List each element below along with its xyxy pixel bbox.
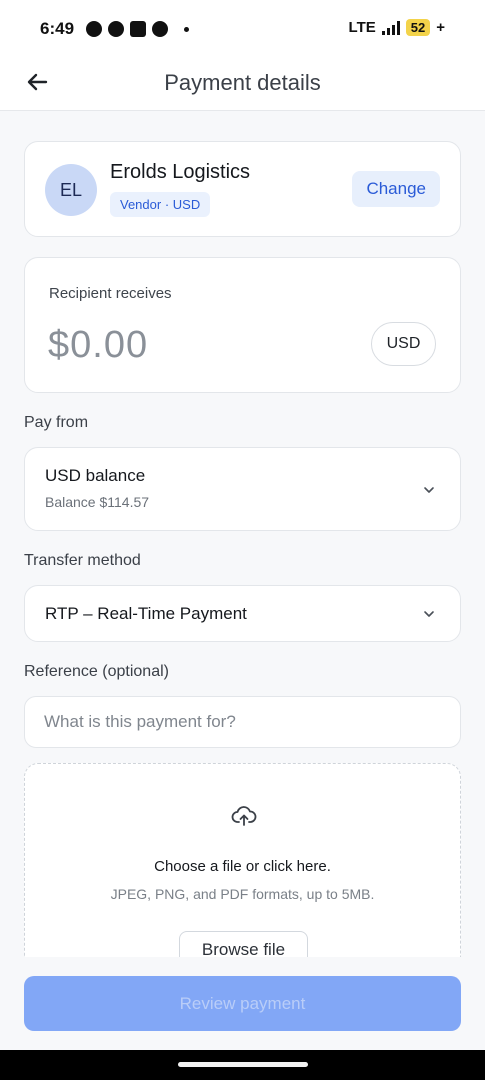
home-gesture-handle[interactable] xyxy=(178,1062,308,1067)
pay-from-select[interactable]: USD balance Balance $114.57 xyxy=(24,447,461,531)
app-header: Payment details xyxy=(0,58,485,111)
recipient-card: EL Erolds Logistics Vendor · USD Change xyxy=(24,141,461,237)
whatsapp-icon xyxy=(86,21,102,37)
cloud-upload-icon xyxy=(231,806,257,826)
upload-format-hint: JPEG, PNG, and PDF formats, up to 5MB. xyxy=(110,886,375,902)
pay-from-value: USD balance xyxy=(45,466,146,485)
upload-title: Choose a file or click here. xyxy=(154,858,331,875)
amount-label: Recipient receives xyxy=(49,285,172,302)
status-bar: 6:49 LTE 52 + xyxy=(0,0,485,58)
messenger-icon xyxy=(152,21,168,37)
page-title: Payment details xyxy=(164,70,321,95)
charging-indicator: + xyxy=(436,19,445,36)
change-recipient-button[interactable]: Change xyxy=(352,171,440,207)
amount-input[interactable]: $0.00 xyxy=(48,324,148,367)
bottom-action-bar: Review payment xyxy=(0,957,485,1050)
recipient-name: Erolds Logistics xyxy=(110,161,251,183)
linkedin-icon xyxy=(130,21,146,37)
recipient-type-badge: Vendor · USD xyxy=(110,192,211,217)
review-payment-button[interactable]: Review payment xyxy=(24,976,461,1031)
status-time: 6:49 xyxy=(40,19,75,38)
file-upload-dropzone[interactable]: Choose a file or click here. JPEG, PNG, … xyxy=(24,763,461,971)
battery-level: 52 xyxy=(405,19,431,36)
reference-label: Reference (optional) xyxy=(24,663,169,680)
transfer-method-select[interactable]: RTP – Real-Time Payment xyxy=(24,585,461,642)
avatar: EL xyxy=(45,164,97,216)
amount-card: Recipient receives $0.00 USD xyxy=(24,257,461,393)
snapchat-icon xyxy=(108,21,124,37)
pay-from-label: Pay from xyxy=(24,414,89,431)
more-notifications-dot xyxy=(184,26,189,32)
pay-from-balance: Balance $114.57 xyxy=(45,494,150,510)
currency-selector[interactable]: USD xyxy=(371,322,436,366)
system-status: LTE 52 + xyxy=(349,19,445,36)
transfer-method-label: Transfer method xyxy=(24,552,141,569)
notification-icons xyxy=(86,21,189,37)
transfer-method-value: RTP – Real-Time Payment xyxy=(45,604,247,623)
reference-input[interactable] xyxy=(24,696,461,748)
system-navigation-bar xyxy=(0,1050,485,1080)
chevron-down-icon xyxy=(424,487,434,493)
chevron-down-icon xyxy=(424,611,434,617)
signal-icon xyxy=(381,20,400,35)
network-type: LTE xyxy=(348,19,376,36)
